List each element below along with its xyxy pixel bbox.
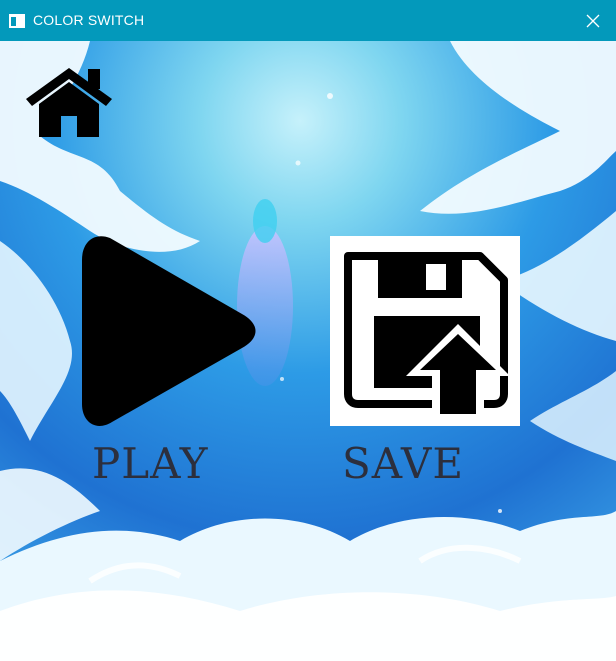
menu-background: PLAY SAVE <box>0 41 616 661</box>
home-icon <box>26 68 112 137</box>
save-upload-icon <box>344 252 510 420</box>
close-button[interactable] <box>570 0 616 41</box>
save-button[interactable] <box>330 236 520 426</box>
save-label: SAVE <box>342 439 465 488</box>
play-button[interactable] <box>82 234 258 428</box>
play-icon <box>82 236 256 426</box>
window-app-icon <box>9 13 25 28</box>
title-bar[interactable]: COLOR SWITCH <box>0 0 616 41</box>
close-icon <box>586 14 600 27</box>
home-button[interactable] <box>22 66 116 138</box>
window-title: COLOR SWITCH <box>33 12 145 28</box>
play-label: PLAY <box>92 439 209 488</box>
